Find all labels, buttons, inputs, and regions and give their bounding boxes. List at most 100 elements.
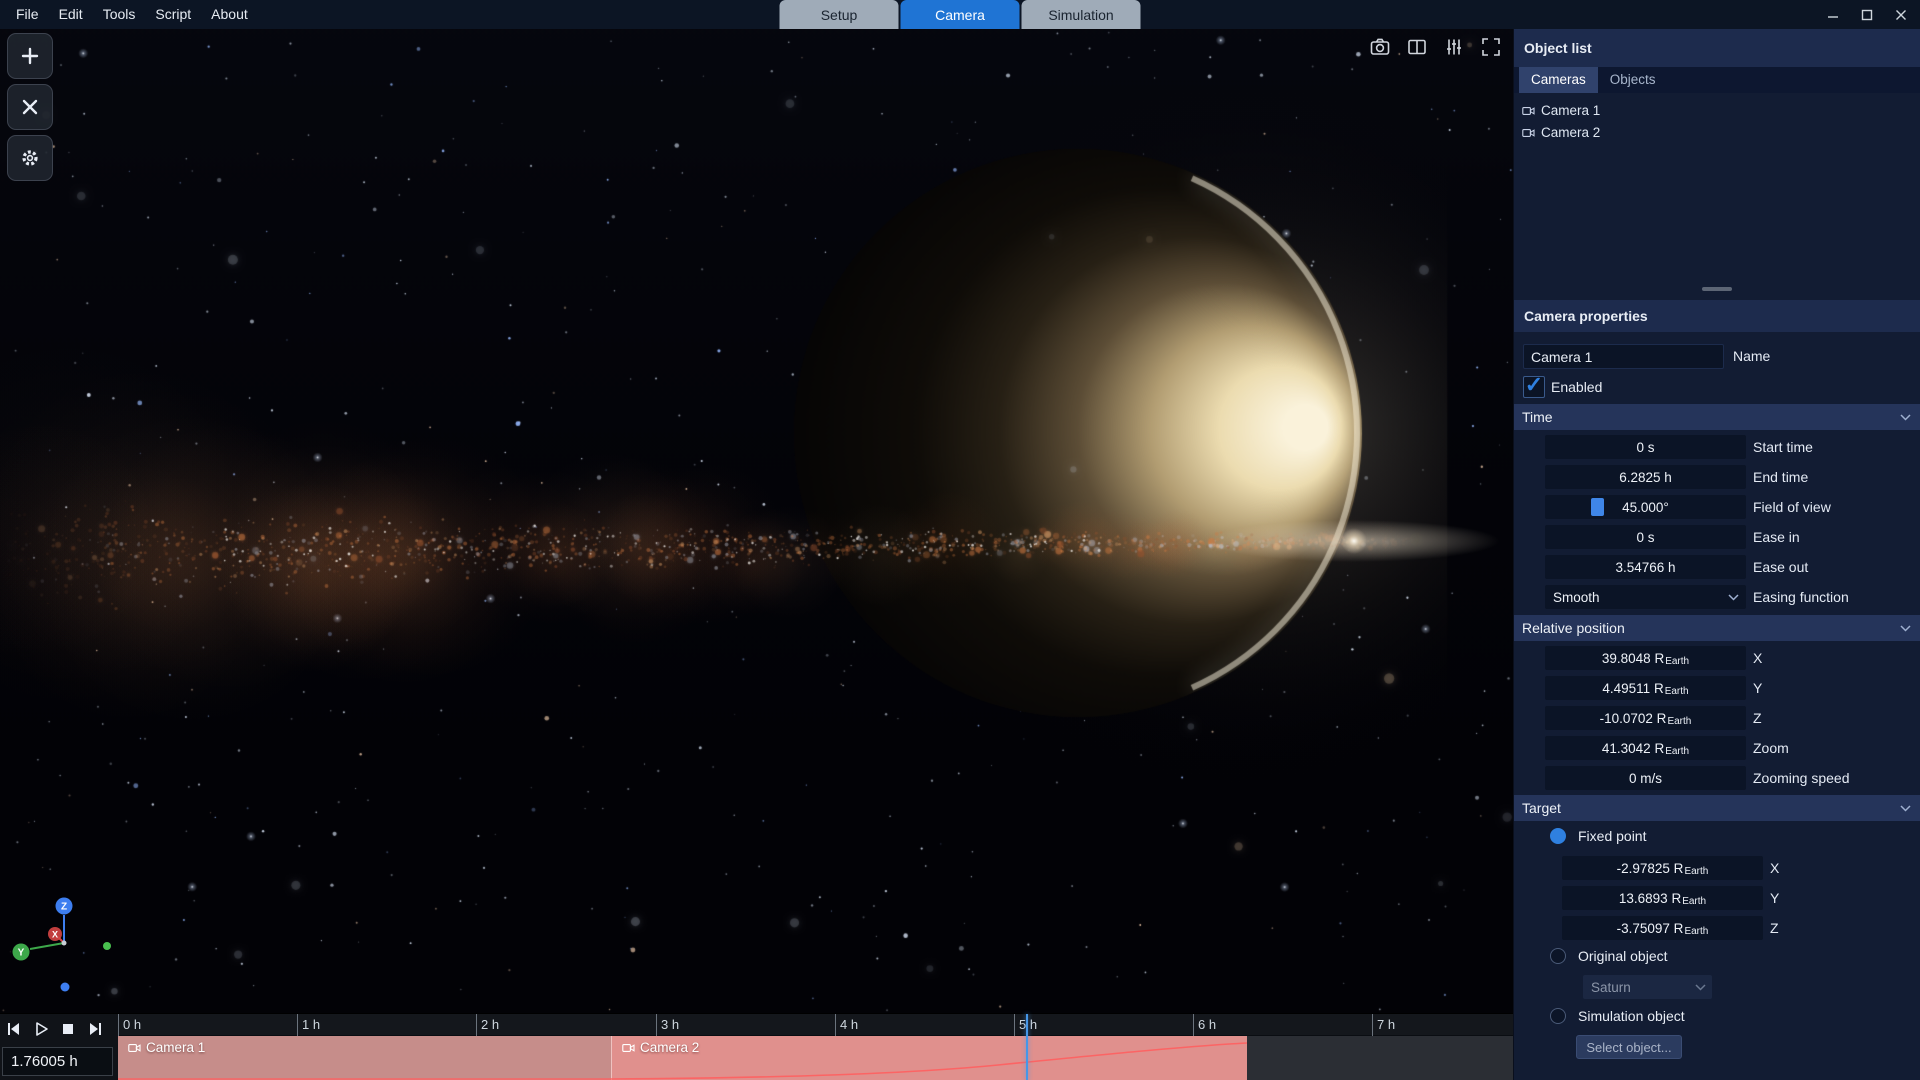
remove-button[interactable] (7, 84, 53, 130)
rel-x-field[interactable]: 39.8048 REarth (1545, 646, 1746, 670)
gear-icon (19, 147, 41, 169)
add-button[interactable] (7, 33, 53, 79)
end-time-field[interactable]: 6.2825 h (1545, 465, 1746, 489)
chevron-down-icon (1900, 625, 1911, 632)
rel-y-field[interactable]: 4.49511 REarth (1545, 676, 1746, 700)
skip-to-end-button[interactable] (86, 1020, 104, 1038)
target-z-label: Z (1770, 916, 1779, 941)
fixed-point-radio[interactable] (1550, 828, 1566, 844)
target-x-value: -2.97825 R (1617, 861, 1684, 876)
original-object-dropdown[interactable]: Saturn (1583, 975, 1712, 999)
fullscreen-icon[interactable] (1479, 35, 1503, 59)
unit-sub: Earth (1684, 926, 1708, 937)
target-y-field[interactable]: 13.6893 REarth (1562, 886, 1763, 910)
app-window: File Edit Tools Script About Setup Camer… (0, 0, 1920, 1080)
zoom-field[interactable]: 41.3042 REarth (1545, 736, 1746, 760)
close-x-icon (19, 96, 41, 118)
menu-tools[interactable]: Tools (93, 0, 146, 29)
fixed-point-label: Fixed point (1578, 826, 1646, 846)
skip-to-start-button[interactable] (5, 1020, 23, 1038)
enabled-row: ✓ Enabled (1514, 376, 1920, 398)
object-list: Camera 1 Camera 2 (1514, 99, 1920, 143)
panel-splitter-handle[interactable] (1702, 287, 1732, 291)
start-time-value: 0 s (1636, 440, 1654, 455)
right-panel: Object list Cameras Objects Camera 1 Cam… (1513, 29, 1920, 1080)
ease-in-row: 0 s Ease in (1514, 525, 1920, 550)
timeline-ruler[interactable]: 0 h 1 h 2 h 3 h 4 h 5 h 6 h 7 h (118, 1014, 1513, 1036)
plus-icon (19, 45, 41, 67)
adjustments-icon[interactable] (1442, 35, 1466, 59)
tab-camera[interactable]: Camera (901, 0, 1020, 29)
stop-button[interactable] (59, 1020, 77, 1038)
orientation-gizmo[interactable]: X Z Y (4, 895, 128, 1007)
section-relative-position[interactable]: Relative position (1514, 615, 1920, 641)
ruler-tick-3: 3 h (656, 1014, 679, 1036)
space-scene-canvas[interactable] (0, 29, 1513, 1013)
gizmo-green-dot (103, 942, 111, 950)
simulation-object-radio[interactable] (1550, 1008, 1566, 1024)
original-object-row: Saturn (1514, 975, 1920, 1000)
fov-slider-handle[interactable] (1591, 498, 1604, 516)
menubar: File Edit Tools Script About Setup Camer… (0, 0, 1920, 29)
enabled-checkbox[interactable]: ✓ (1523, 376, 1545, 398)
rel-x-value: 39.8048 R (1602, 651, 1664, 666)
easing-dropdown[interactable]: Smooth (1545, 585, 1746, 609)
simulation-object-label: Simulation object (1578, 1006, 1685, 1026)
playhead[interactable] (1026, 1014, 1028, 1080)
timeline-controls: 1.76005 h (0, 1014, 118, 1080)
tab-setup[interactable]: Setup (780, 0, 899, 29)
close-icon[interactable] (1888, 3, 1914, 27)
end-time-label: End time (1753, 465, 1808, 490)
check-icon: ✓ (1525, 377, 1543, 393)
zooming-speed-value: 0 m/s (1629, 771, 1662, 786)
tab-objects[interactable]: Objects (1598, 67, 1668, 93)
fov-slider[interactable]: 45.000° (1545, 495, 1746, 519)
maximize-icon[interactable] (1854, 3, 1880, 27)
ruler-tick-0: 0 h (118, 1014, 141, 1036)
zooming-speed-field[interactable]: 0 m/s (1545, 766, 1746, 790)
camera-properties-header: Camera properties (1514, 300, 1920, 332)
camera-name-input[interactable] (1523, 344, 1724, 369)
list-item-camera-1[interactable]: Camera 1 (1514, 99, 1920, 121)
original-object-radio[interactable] (1550, 948, 1566, 964)
rel-z-row: -10.0702 REarth Z (1514, 706, 1920, 731)
play-button[interactable] (32, 1020, 50, 1038)
zooming-speed-row: 0 m/s Zooming speed (1514, 766, 1920, 791)
screenshot-icon[interactable] (1368, 35, 1392, 59)
menu-edit[interactable]: Edit (49, 0, 93, 29)
settings-button[interactable] (7, 135, 53, 181)
end-time-row: 6.2825 h End time (1514, 465, 1920, 490)
name-row: Name (1514, 344, 1920, 369)
axis-y-label: Y (18, 948, 25, 959)
zoom-label: Zoom (1753, 736, 1789, 761)
rel-z-label: Z (1753, 706, 1762, 731)
tab-cameras[interactable]: Cameras (1519, 67, 1598, 93)
menu-file[interactable]: File (6, 0, 49, 29)
rel-z-field[interactable]: -10.0702 REarth (1545, 706, 1746, 730)
ease-out-row: 3.54766 h Ease out (1514, 555, 1920, 580)
target-z-field[interactable]: -3.75097 REarth (1562, 916, 1763, 940)
ease-in-field[interactable]: 0 s (1545, 525, 1746, 549)
menu-script[interactable]: Script (145, 0, 201, 29)
list-item-camera-2[interactable]: Camera 2 (1514, 121, 1920, 143)
camera-icon (1522, 105, 1535, 116)
rel-x-row: 39.8048 REarth X (1514, 646, 1920, 671)
target-x-field[interactable]: -2.97825 REarth (1562, 856, 1763, 880)
timeline: 1.76005 h 0 h 1 h 2 h 3 h 4 h 5 h 6 h 7 … (0, 1013, 1513, 1080)
tab-simulation[interactable]: Simulation (1022, 0, 1141, 29)
mode-tabs: Setup Camera Simulation (780, 0, 1141, 29)
viewport-3d: X Z Y (0, 29, 1513, 1013)
start-time-field[interactable]: 0 s (1545, 435, 1746, 459)
window-controls (1820, 0, 1914, 29)
ease-out-field[interactable]: 3.54766 h (1545, 555, 1746, 579)
target-z-row: -3.75097 REarth Z (1514, 916, 1920, 941)
menu-about[interactable]: About (201, 0, 258, 29)
gizmo-origin-dot (62, 941, 67, 946)
minimize-icon[interactable] (1820, 3, 1846, 27)
ease-in-value: 0 s (1636, 530, 1654, 545)
split-view-icon[interactable] (1405, 35, 1429, 59)
section-time[interactable]: Time (1514, 404, 1920, 430)
select-object-button[interactable]: Select object... (1576, 1035, 1682, 1059)
unit-sub: Earth (1665, 656, 1689, 667)
section-target[interactable]: Target (1514, 795, 1920, 821)
